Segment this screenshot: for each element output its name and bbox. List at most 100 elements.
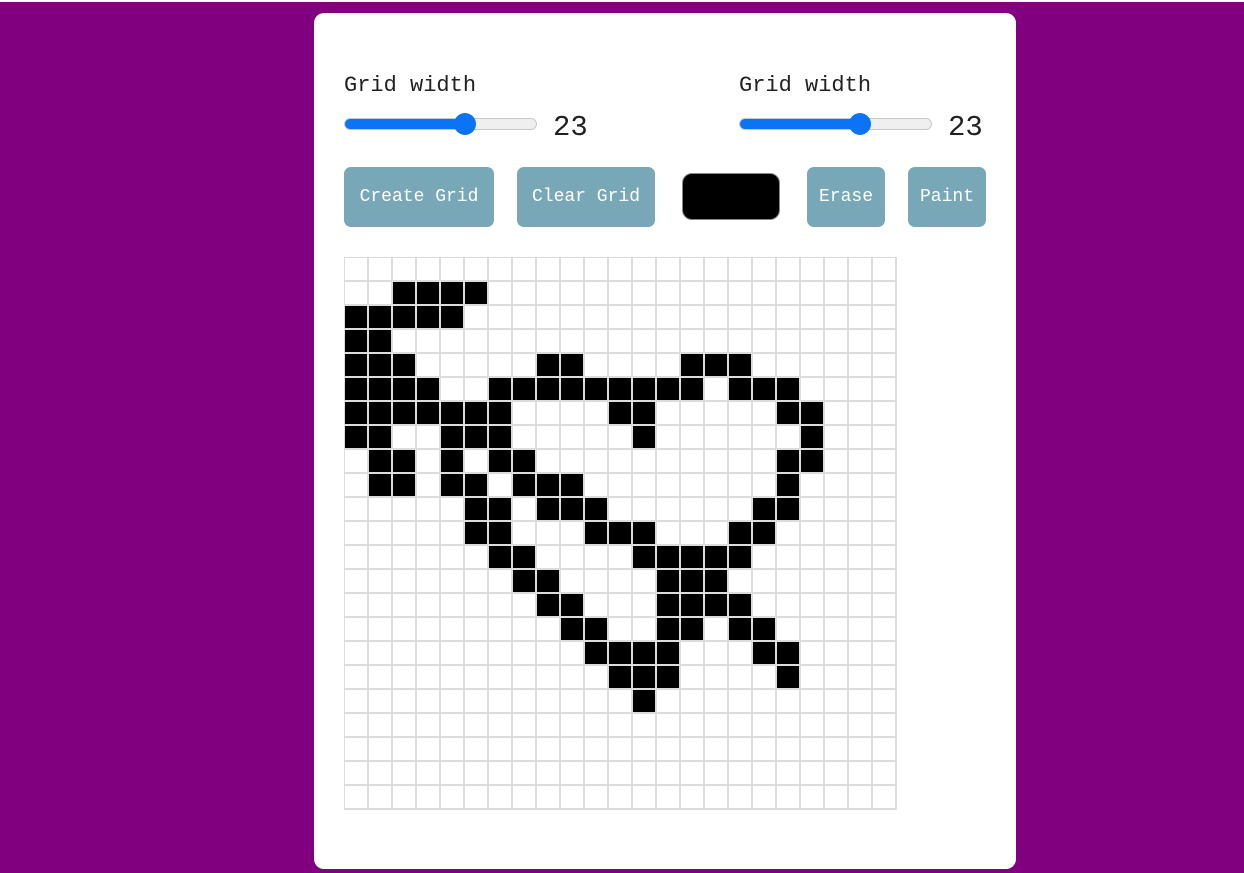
grid-cell[interactable] bbox=[801, 546, 825, 570]
grid-cell[interactable] bbox=[345, 306, 369, 330]
grid-cell[interactable] bbox=[345, 738, 369, 762]
grid-cell[interactable] bbox=[705, 690, 729, 714]
grid-cell[interactable] bbox=[393, 306, 417, 330]
grid-cell[interactable] bbox=[633, 618, 657, 642]
grid-cell[interactable] bbox=[657, 738, 681, 762]
grid-cell[interactable] bbox=[633, 522, 657, 546]
grid-cell[interactable] bbox=[777, 738, 801, 762]
grid-cell[interactable] bbox=[753, 690, 777, 714]
grid-cell[interactable] bbox=[513, 642, 537, 666]
grid-cell[interactable] bbox=[609, 354, 633, 378]
grid-cell[interactable] bbox=[537, 306, 561, 330]
grid-cell[interactable] bbox=[657, 594, 681, 618]
grid-cell[interactable] bbox=[465, 642, 489, 666]
grid-cell[interactable] bbox=[393, 522, 417, 546]
grid-cell[interactable] bbox=[345, 570, 369, 594]
grid-cell[interactable] bbox=[633, 690, 657, 714]
grid-cell[interactable] bbox=[705, 618, 729, 642]
grid-cell[interactable] bbox=[465, 498, 489, 522]
grid-cell[interactable] bbox=[345, 642, 369, 666]
grid-cell[interactable] bbox=[441, 306, 465, 330]
grid-cell[interactable] bbox=[681, 402, 705, 426]
grid-cell[interactable] bbox=[537, 762, 561, 786]
grid-cell[interactable] bbox=[753, 642, 777, 666]
grid-cell[interactable] bbox=[441, 258, 465, 282]
grid-cell[interactable] bbox=[537, 378, 561, 402]
grid-cell[interactable] bbox=[609, 594, 633, 618]
grid-cell[interactable] bbox=[465, 594, 489, 618]
grid-cell[interactable] bbox=[465, 306, 489, 330]
grid-cell[interactable] bbox=[681, 258, 705, 282]
grid-cell[interactable] bbox=[609, 474, 633, 498]
grid-cell[interactable] bbox=[417, 642, 441, 666]
grid-cell[interactable] bbox=[801, 474, 825, 498]
grid-cell[interactable] bbox=[537, 258, 561, 282]
grid-cell[interactable] bbox=[561, 330, 585, 354]
grid-cell[interactable] bbox=[657, 546, 681, 570]
grid-cell[interactable] bbox=[417, 282, 441, 306]
grid-cell[interactable] bbox=[513, 570, 537, 594]
grid-cell[interactable] bbox=[657, 330, 681, 354]
grid-cell[interactable] bbox=[849, 738, 873, 762]
grid-cell[interactable] bbox=[777, 714, 801, 738]
grid-cell[interactable] bbox=[561, 786, 585, 810]
grid-cell[interactable] bbox=[489, 474, 513, 498]
grid-cell[interactable] bbox=[873, 618, 897, 642]
grid-cell[interactable] bbox=[393, 354, 417, 378]
grid-cell[interactable] bbox=[441, 378, 465, 402]
grid-cell[interactable] bbox=[393, 594, 417, 618]
grid-cell[interactable] bbox=[873, 786, 897, 810]
grid-cell[interactable] bbox=[561, 570, 585, 594]
grid-cell[interactable] bbox=[849, 786, 873, 810]
grid-cell[interactable] bbox=[513, 330, 537, 354]
grid-cell[interactable] bbox=[585, 642, 609, 666]
grid-cell[interactable] bbox=[417, 378, 441, 402]
grid-cell[interactable] bbox=[465, 450, 489, 474]
grid-cell[interactable] bbox=[657, 690, 681, 714]
grid-cell[interactable] bbox=[681, 474, 705, 498]
grid-cell[interactable] bbox=[513, 474, 537, 498]
grid-cell[interactable] bbox=[489, 690, 513, 714]
grid-cell[interactable] bbox=[345, 762, 369, 786]
grid-cell[interactable] bbox=[489, 618, 513, 642]
grid-cell[interactable] bbox=[585, 618, 609, 642]
grid-cell[interactable] bbox=[729, 474, 753, 498]
grid-cell[interactable] bbox=[561, 354, 585, 378]
grid-cell[interactable] bbox=[369, 450, 393, 474]
grid-cell[interactable] bbox=[873, 330, 897, 354]
grid-cell[interactable] bbox=[537, 498, 561, 522]
grid-cell[interactable] bbox=[657, 378, 681, 402]
grid-cell[interactable] bbox=[585, 498, 609, 522]
grid-cell[interactable] bbox=[489, 354, 513, 378]
grid-cell[interactable] bbox=[729, 546, 753, 570]
grid-cell[interactable] bbox=[561, 594, 585, 618]
grid-cell[interactable] bbox=[561, 306, 585, 330]
grid-cell[interactable] bbox=[369, 282, 393, 306]
grid-cell[interactable] bbox=[465, 522, 489, 546]
grid-cell[interactable] bbox=[825, 618, 849, 642]
grid-cell[interactable] bbox=[633, 282, 657, 306]
grid-cell[interactable] bbox=[393, 330, 417, 354]
grid-cell[interactable] bbox=[345, 786, 369, 810]
grid-cell[interactable] bbox=[873, 522, 897, 546]
grid-cell[interactable] bbox=[585, 378, 609, 402]
grid-cell[interactable] bbox=[465, 378, 489, 402]
grid-cell[interactable] bbox=[753, 354, 777, 378]
grid-cell[interactable] bbox=[561, 498, 585, 522]
grid-cell[interactable] bbox=[633, 474, 657, 498]
grid-cell[interactable] bbox=[513, 618, 537, 642]
grid-cell[interactable] bbox=[777, 354, 801, 378]
grid-cell[interactable] bbox=[729, 738, 753, 762]
grid-cell[interactable] bbox=[753, 522, 777, 546]
grid-cell[interactable] bbox=[633, 258, 657, 282]
grid-cell[interactable] bbox=[537, 618, 561, 642]
grid-cell[interactable] bbox=[441, 642, 465, 666]
grid-cell[interactable] bbox=[345, 378, 369, 402]
grid-cell[interactable] bbox=[777, 306, 801, 330]
grid-cell[interactable] bbox=[873, 498, 897, 522]
grid-cell[interactable] bbox=[393, 282, 417, 306]
grid-cell[interactable] bbox=[441, 354, 465, 378]
grid-cell[interactable] bbox=[681, 546, 705, 570]
grid-cell[interactable] bbox=[609, 426, 633, 450]
grid-cell[interactable] bbox=[873, 258, 897, 282]
